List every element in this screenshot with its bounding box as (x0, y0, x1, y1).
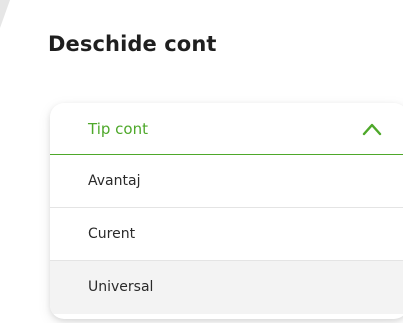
page-title: Deschide cont (48, 32, 217, 56)
chevron-up-icon (362, 123, 382, 136)
account-type-dropdown-toggle[interactable]: Tip cont (50, 103, 403, 155)
dropdown-option-curent[interactable]: Curent (50, 208, 403, 261)
option-label: Universal (88, 279, 154, 295)
dropdown-label: Tip cont (88, 120, 148, 138)
dropdown-option-universal[interactable]: Universal (50, 261, 403, 314)
option-label: Curent (88, 226, 136, 242)
account-type-dropdown: Tip cont Avantaj Curent Universal (50, 103, 403, 319)
corner-decoration (0, 0, 10, 28)
option-label: Avantaj (88, 173, 141, 189)
page: Deschide cont Tip cont Avantaj Curent Un… (0, 0, 403, 323)
dropdown-option-avantaj[interactable]: Avantaj (50, 155, 403, 208)
